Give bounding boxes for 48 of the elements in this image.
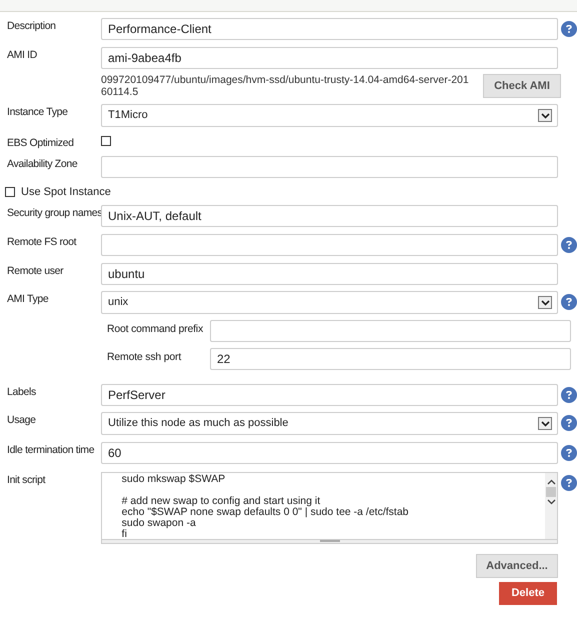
text-field[interactable]: 60 (101, 442, 558, 464)
field-label: Availability Zone (7, 158, 78, 171)
text-field[interactable] (101, 234, 558, 256)
field-label: Usage (7, 414, 36, 427)
field-label: Description (7, 20, 56, 33)
text-field[interactable]: ami-9abea4fb (101, 47, 558, 69)
text-field[interactable] (210, 320, 571, 342)
text-field[interactable]: ubuntu (101, 263, 558, 285)
field-label: Root command prefix (107, 323, 203, 336)
checkbox[interactable] (101, 136, 111, 146)
checkbox-label: Use Spot Instance (21, 184, 111, 200)
dropdown[interactable]: T1Micro (101, 104, 558, 127)
check-ami-button[interactable]: Check AMI (483, 74, 561, 98)
help-icon[interactable] (561, 415, 577, 431)
help-icon[interactable] (561, 21, 577, 37)
text-field[interactable]: PerfServer (101, 384, 558, 406)
help-icon[interactable] (561, 445, 577, 461)
scrollbar[interactable] (545, 473, 557, 539)
scroll-down-icon[interactable] (546, 499, 556, 505)
help-icon[interactable] (561, 387, 577, 403)
dropdown[interactable]: unix (101, 291, 558, 314)
ami-info-text: 099720109477/ubuntu/images/hvm-ssd/ubuntu-trusty-14.04-amd64-server-20160114.5 (101, 74, 470, 98)
field-label: Remote FS root (7, 236, 76, 249)
delete-button[interactable]: Delete (499, 582, 557, 605)
field-label: Instance Type (7, 106, 68, 119)
script-text-area[interactable]: sudo mkswap $SWAP # add new swap to config and start using it echo "$SWAP none swap defaults 0 0" | sudo tee -a /etc/fstab sudo swapon -a fi (101, 472, 558, 544)
field-label: Remote ssh port (107, 351, 182, 364)
field-label: Idle termination time (7, 444, 94, 457)
script-text: sudo mkswap $SWAP # add new swap to config and start using it echo "$SWAP none swap defaults 0 0" | sudo tee -a /etc/fstab sudo swapon -a fi (120, 474, 410, 539)
field-label: AMI Type (7, 293, 48, 306)
dropdown[interactable]: Utilize this node as much as possible (101, 412, 558, 435)
checkbox[interactable] (5, 187, 15, 197)
scroll-thumb[interactable] (546, 487, 556, 497)
text-field[interactable]: Performance-Client (101, 18, 558, 40)
field-label: AMI ID (7, 49, 37, 62)
advanced-button[interactable]: Advanced... (476, 554, 558, 578)
scroll-up-icon[interactable] (546, 479, 556, 485)
text-field[interactable]: 22 (210, 348, 571, 370)
field-label: Labels (7, 386, 36, 399)
field-label: Remote user (7, 265, 64, 278)
help-icon[interactable] (561, 294, 577, 310)
help-icon[interactable] (561, 237, 577, 253)
text-field[interactable] (101, 156, 558, 178)
help-icon[interactable] (561, 475, 577, 491)
resize-handle[interactable] (102, 539, 557, 543)
field-label: Init script (7, 474, 46, 487)
field-label: EBS Optimized (7, 137, 74, 150)
text-field[interactable]: Unix-AUT, default (101, 205, 558, 227)
